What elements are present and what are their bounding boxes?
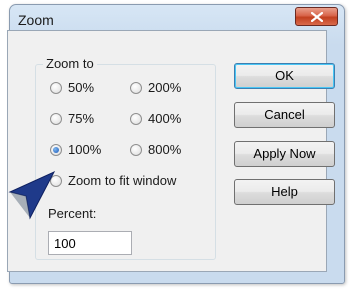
apply-now-button[interactable]: Apply Now bbox=[234, 141, 335, 167]
close-x-icon bbox=[311, 12, 323, 22]
radio-label: 50% bbox=[68, 80, 95, 95]
mouse-cursor-icon bbox=[8, 170, 56, 220]
radio-label: 800% bbox=[148, 142, 182, 157]
radio-option-75[interactable]: 75% bbox=[50, 111, 94, 126]
radio-label: Zoom to fit window bbox=[68, 173, 177, 188]
radio-label: 400% bbox=[148, 111, 182, 126]
ok-button[interactable]: OK bbox=[234, 63, 335, 89]
radio-option-100[interactable]: 100% bbox=[50, 142, 101, 157]
radio-option-50[interactable]: 50% bbox=[50, 80, 94, 95]
percent-input[interactable] bbox=[48, 231, 132, 255]
dialog-title: Zoom bbox=[18, 12, 54, 28]
radio-option-400[interactable]: 400% bbox=[130, 111, 181, 126]
radio-button[interactable] bbox=[130, 112, 142, 125]
close-button[interactable] bbox=[295, 7, 338, 26]
zoom-to-group-label: Zoom to bbox=[43, 56, 97, 71]
cancel-button[interactable]: Cancel bbox=[234, 102, 335, 128]
radio-button[interactable] bbox=[130, 143, 142, 156]
radio-button[interactable] bbox=[50, 112, 62, 125]
radio-button-selected[interactable] bbox=[50, 143, 62, 156]
radio-option-200[interactable]: 200% bbox=[130, 80, 181, 95]
radio-button[interactable] bbox=[130, 81, 142, 94]
radio-option-fit-window[interactable]: Zoom to fit window bbox=[50, 173, 176, 188]
radio-button[interactable] bbox=[50, 81, 62, 94]
radio-label: 100% bbox=[68, 142, 102, 157]
help-button[interactable]: Help bbox=[234, 179, 335, 205]
radio-label: 200% bbox=[148, 80, 182, 95]
radio-option-800[interactable]: 800% bbox=[130, 142, 181, 157]
radio-label: 75% bbox=[68, 111, 95, 126]
